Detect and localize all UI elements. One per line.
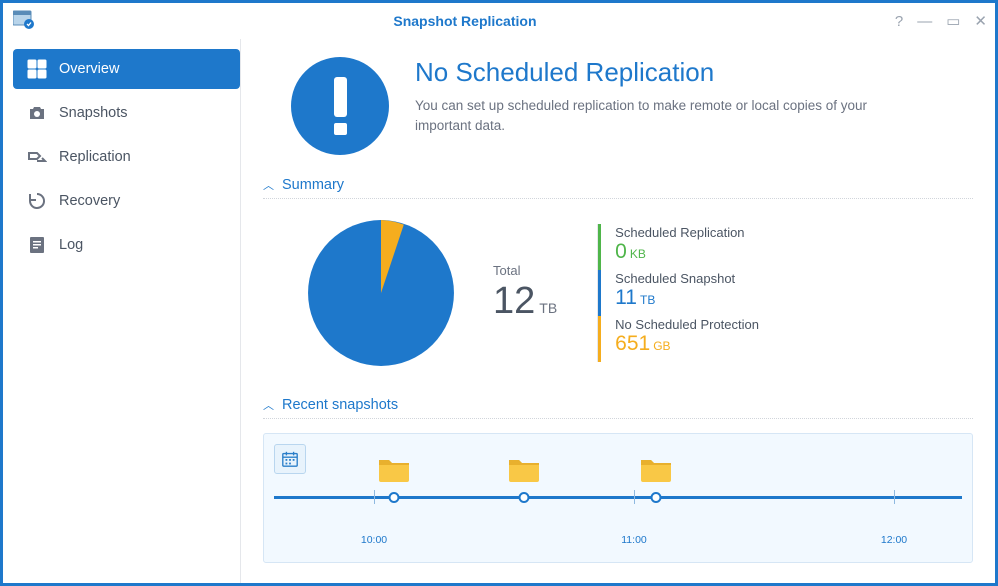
pie-chart (291, 213, 471, 373)
close-button[interactable]: ✕ (974, 14, 987, 29)
stat-value: 651 (615, 332, 650, 355)
app-window: Snapshot Replication ? — ▭ ✕ Overview Sn… (0, 0, 998, 586)
section-title: Summary (282, 177, 344, 193)
snapshot-point[interactable] (374, 456, 414, 482)
sidebar-item-label: Recovery (59, 193, 120, 209)
timeline: 10:00 11:00 12:00 (263, 433, 973, 563)
hero-body: You can set up scheduled replication to … (415, 96, 885, 137)
snapshot-marker[interactable] (651, 492, 662, 503)
chevron-up-icon: ︿ (263, 397, 274, 413)
window-body: Overview Snapshots Replication Recovery (3, 39, 995, 583)
titlebar: Snapshot Replication ? — ▭ ✕ (3, 3, 995, 39)
stat-label: Scheduled Snapshot (615, 271, 759, 286)
stat-value: 0 (615, 240, 627, 263)
stat-unit: TB (640, 293, 655, 307)
tick (634, 490, 635, 504)
stat-scheduled-replication: Scheduled Replication 0KB (598, 224, 759, 270)
content-area: No Scheduled Replication You can set up … (241, 39, 995, 583)
app-icon (13, 9, 35, 34)
sidebar-item-label: Log (59, 237, 83, 253)
snapshot-marker[interactable] (389, 492, 400, 503)
total-label: Total (493, 263, 557, 278)
tick (374, 490, 375, 504)
folder-icon (640, 456, 672, 482)
alert-icon (291, 57, 389, 155)
sidebar-item-label: Replication (59, 149, 131, 165)
stat-unit: GB (653, 339, 670, 353)
sidebar-item-label: Overview (59, 61, 119, 77)
calendar-button[interactable] (274, 444, 306, 474)
recovery-icon (27, 191, 47, 211)
hero-banner: No Scheduled Replication You can set up … (263, 57, 973, 155)
summary-toggle[interactable]: ︿ Summary (263, 171, 973, 199)
sidebar-item-overview[interactable]: Overview (13, 49, 240, 89)
sidebar-item-label: Snapshots (59, 105, 128, 121)
sidebar-item-replication[interactable]: Replication (13, 137, 240, 177)
stat-no-protection: No Scheduled Protection 651GB (598, 316, 759, 362)
replication-icon (27, 147, 47, 167)
folder-icon (508, 456, 540, 482)
tick (894, 490, 895, 504)
chevron-up-icon: ︿ (263, 177, 274, 193)
window-title: Snapshot Replication (35, 13, 895, 29)
sidebar-item-recovery[interactable]: Recovery (13, 181, 240, 221)
section-title: Recent snapshots (282, 397, 398, 413)
summary-row: Total 12TB Scheduled Replication 0KB Sch… (263, 213, 973, 373)
stat-label: Scheduled Replication (615, 225, 759, 240)
timeline-axis (274, 496, 962, 499)
time-label: 12:00 (881, 534, 907, 546)
stats-list: Scheduled Replication 0KB Scheduled Snap… (597, 224, 759, 362)
sidebar-item-snapshots[interactable]: Snapshots (13, 93, 240, 133)
time-label: 10:00 (361, 534, 387, 546)
sidebar: Overview Snapshots Replication Recovery (3, 39, 241, 583)
sidebar-item-log[interactable]: Log (13, 225, 240, 265)
total-block: Total 12TB (493, 263, 557, 323)
folder-icon (378, 456, 410, 482)
minimize-button[interactable]: — (917, 14, 932, 29)
overview-icon (27, 59, 47, 79)
recent-toggle[interactable]: ︿ Recent snapshots (263, 391, 973, 419)
snapshot-marker[interactable] (519, 492, 530, 503)
stat-scheduled-snapshot: Scheduled Snapshot 11TB (598, 270, 759, 316)
total-value: 12 (493, 280, 535, 322)
log-icon (27, 235, 47, 255)
stat-unit: KB (630, 247, 646, 261)
stat-value: 11 (615, 286, 637, 309)
help-button[interactable]: ? (895, 14, 903, 29)
camera-icon (27, 103, 47, 123)
hero-title: No Scheduled Replication (415, 57, 885, 88)
snapshot-point[interactable] (504, 456, 544, 482)
time-label: 11:00 (621, 534, 647, 546)
maximize-button[interactable]: ▭ (946, 14, 960, 29)
stat-label: No Scheduled Protection (615, 317, 759, 332)
total-unit: TB (539, 300, 557, 316)
snapshot-point[interactable] (636, 456, 676, 482)
